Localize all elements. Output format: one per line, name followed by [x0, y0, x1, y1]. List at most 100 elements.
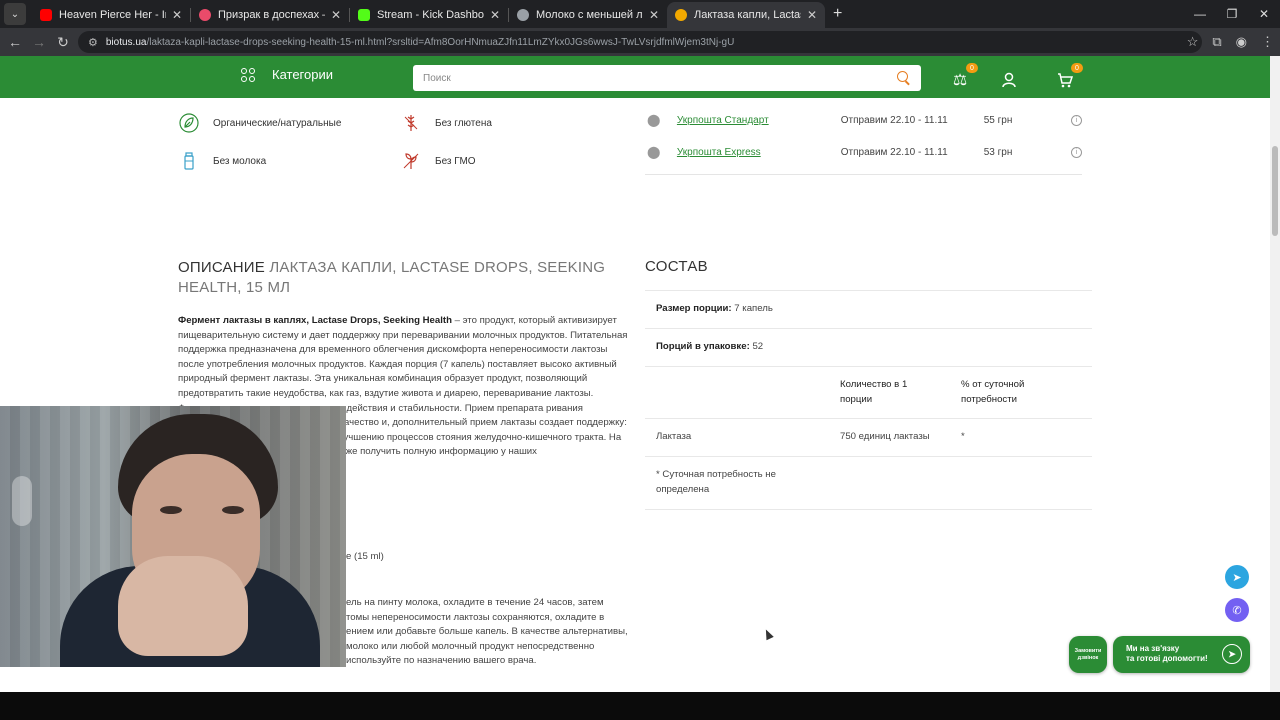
- feature-gluten-free: Без глютена: [400, 112, 492, 134]
- ingredient-name: Лактаза: [656, 431, 692, 442]
- gmo-icon: [400, 150, 422, 172]
- profile-icon[interactable]: ◉: [1236, 34, 1247, 50]
- search-icon[interactable]: [897, 71, 911, 85]
- browser-tab[interactable]: Призрак в доспехах — смотреть ✕: [191, 2, 349, 28]
- close-tab-icon[interactable]: ✕: [490, 8, 500, 22]
- divider: [645, 174, 1082, 175]
- browser-tab[interactable]: Молоко с меньшей лактозой ✕: [509, 2, 667, 28]
- footnote: * Суточная потребность не определена: [656, 469, 776, 495]
- extensions-icon[interactable]: ⧉: [1212, 34, 1221, 50]
- address-bar-row: ← → ↻ ⚙ biotus.ua /laktaza-kapli-lactase…: [0, 28, 1280, 56]
- feature-label: Органические/натуральные: [213, 117, 342, 129]
- serving-size-label: Размер порции:: [656, 303, 732, 314]
- feature-label: Без молока: [213, 155, 267, 167]
- tab-title: Heaven Pierce Her - In Absentia: [59, 9, 166, 21]
- tab-title: Лактаза капли, Lactase Drops, S: [694, 9, 801, 21]
- close-tab-icon[interactable]: ✕: [807, 8, 817, 22]
- search-input[interactable]: Поиск: [413, 65, 921, 91]
- categories-label: Категории: [272, 67, 333, 82]
- user-icon[interactable]: [999, 70, 1019, 90]
- leaf-icon: [178, 112, 200, 134]
- restore-icon[interactable]: ❐: [1216, 0, 1248, 28]
- servings-value: 52: [749, 341, 764, 352]
- compare-icon[interactable]: ⚖ 0: [950, 63, 978, 90]
- wheat-icon: [400, 112, 422, 134]
- biotus-icon: [675, 9, 687, 21]
- close-window-icon[interactable]: ✕: [1248, 0, 1280, 28]
- viber-icon[interactable]: ✆: [1225, 598, 1249, 622]
- globe-icon: [517, 9, 529, 21]
- close-tab-icon[interactable]: ✕: [331, 8, 341, 22]
- tab-search-icon[interactable]: ⌄: [4, 3, 26, 25]
- mouse-cursor: [762, 627, 774, 641]
- url-host: biotus.ua: [105, 36, 147, 48]
- browser-tab-active[interactable]: Лактаза капли, Lactase Drops, S ✕: [667, 2, 825, 28]
- close-tab-icon[interactable]: ✕: [649, 8, 659, 22]
- minimize-icon[interactable]: —: [1184, 0, 1216, 28]
- column-quantity: Количество в 1 порции: [840, 379, 908, 405]
- taskbar: [0, 692, 1280, 720]
- scrollbar-thumb[interactable]: [1272, 146, 1278, 236]
- location-pin-icon: ⬤: [647, 145, 661, 159]
- send-icon: ➤: [1222, 644, 1242, 664]
- callback-button[interactable]: Замовити дзвінок: [1069, 636, 1107, 673]
- back-icon[interactable]: ←: [3, 34, 27, 50]
- webcam-overlay: [0, 406, 346, 667]
- youtube-icon: [40, 9, 52, 21]
- search-placeholder: Поиск: [423, 72, 451, 84]
- feature-label: Без ГМО: [435, 155, 476, 167]
- close-tab-icon[interactable]: ✕: [172, 8, 182, 22]
- tab-title: Stream - Kick Dashboard: [377, 9, 484, 21]
- shipping-price: 53 грн: [983, 146, 1013, 158]
- site-header: Категории Поиск ⚖ 0 0: [0, 56, 1270, 98]
- info-icon[interactable]: i: [1071, 114, 1083, 126]
- telegram-icon[interactable]: ➤: [1225, 565, 1249, 589]
- browser-tab[interactable]: Stream - Kick Dashboard ✕: [350, 2, 508, 28]
- tab-title: Призрак в доспехах — смотреть: [218, 9, 325, 21]
- compare-badge: 0: [966, 63, 978, 73]
- menu-dots-icon[interactable]: ⋮: [1261, 34, 1274, 50]
- feature-organic: Органические/натуральные: [178, 112, 341, 134]
- serving-size-row: Размер порции: 7 капель: [645, 290, 1092, 328]
- column-daily-value: % от суточной потребности: [961, 379, 1025, 405]
- tab-title: Молоко с меньшей лактозой: [536, 9, 643, 21]
- milk-icon: [178, 150, 200, 172]
- description-heading: ОПИСАНИЕ ЛАКТАЗА КАПЛИ, LACTASE DROPS, S…: [178, 258, 628, 298]
- reload-icon[interactable]: ↻: [51, 34, 75, 51]
- new-tab-icon[interactable]: +: [833, 5, 842, 23]
- shipping-method-link[interactable]: Укрпошта Стандарт: [677, 115, 841, 126]
- site-favicon-icon: [199, 9, 211, 21]
- servings-label: Порций в упаковке:: [656, 341, 750, 352]
- feature-gmo-free: Без ГМО: [400, 150, 476, 172]
- shipping-method-link[interactable]: Укрпошта Express: [677, 147, 841, 158]
- browser-tab-bar: ⌄ Heaven Pierce Her - In Absentia ✕ Приз…: [0, 0, 1280, 28]
- cart-icon[interactable]: 0: [1055, 63, 1083, 90]
- info-icon[interactable]: i: [1071, 146, 1083, 158]
- serving-size-value: 7 капель: [731, 303, 773, 314]
- description-lead: Фермент лактазы в каплях, Lactase Drops,…: [178, 315, 452, 326]
- footnote-row: * Суточная потребность не определена: [645, 456, 1092, 510]
- composition-table-header: Количество в 1 порции % от суточной потр…: [645, 366, 1092, 418]
- grid-icon: [241, 67, 255, 82]
- shipping-date: Отправим 22.10 - 11.11: [840, 146, 948, 158]
- ingredient-quantity: 750 единиц лактазы: [840, 431, 930, 442]
- kick-icon: [358, 9, 370, 21]
- chat-button[interactable]: Ми на зв'язку та готові допомогти! ➤: [1113, 636, 1250, 673]
- bookmark-star-icon[interactable]: ☆: [1187, 34, 1199, 50]
- description-title-main: ОПИСАНИЕ: [178, 259, 265, 276]
- location-pin-icon: ⬤: [647, 113, 661, 127]
- feature-label: Без глютена: [435, 117, 492, 129]
- feature-milk-free: Без молока: [178, 150, 266, 172]
- table-row: Лактаза 750 единиц лактазы *: [645, 418, 1092, 456]
- categories-button[interactable]: Категории: [241, 67, 333, 82]
- forward-icon[interactable]: →: [27, 34, 51, 50]
- url-path: /laktaza-kapli-lactase-drops-seeking-hea…: [146, 36, 735, 48]
- shipping-price: 55 грн: [983, 114, 1013, 126]
- site-info-icon[interactable]: ⚙: [88, 36, 98, 49]
- cart-badge: 0: [1071, 63, 1083, 73]
- composition-heading: СОСТАВ: [645, 258, 708, 275]
- servings-row: Порций в упаковке: 52: [645, 328, 1092, 366]
- page-scrollbar[interactable]: [1270, 56, 1280, 692]
- url-field[interactable]: ⚙ biotus.ua /laktaza-kapli-lactase-drops…: [78, 31, 1202, 53]
- browser-tab[interactable]: Heaven Pierce Her - In Absentia ✕: [32, 2, 190, 28]
